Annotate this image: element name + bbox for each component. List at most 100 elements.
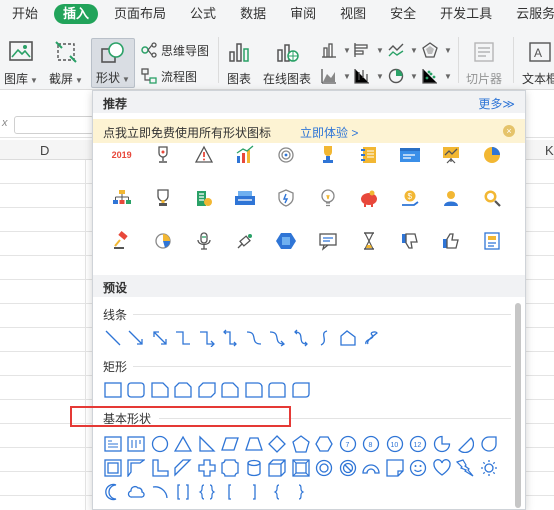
area-chart-dropdown[interactable]: ▼ (320, 67, 351, 85)
gavel-icon[interactable] (101, 228, 142, 254)
search-zoom-icon[interactable] (472, 185, 513, 211)
textbox-button[interactable]: A 文本框 (522, 39, 554, 87)
rounded-rectangle-icon[interactable] (125, 379, 149, 401)
cube-icon[interactable] (266, 457, 290, 479)
microphone-icon[interactable] (183, 228, 224, 254)
rectangle-icon[interactable] (101, 379, 125, 401)
promo-link[interactable]: 立即体验 > (300, 124, 358, 141)
dodecagon-icon[interactable]: 12 (407, 433, 431, 455)
round-same-side-rect-icon[interactable] (266, 379, 290, 401)
column-k-header[interactable]: K (545, 143, 554, 158)
round-one-corner-rect-icon[interactable] (242, 379, 266, 401)
trophy-icon[interactable] (142, 142, 183, 168)
pie-shape-icon[interactable] (430, 433, 454, 455)
screenshot-button[interactable]: 截屏 ▼ (49, 39, 83, 87)
flowchart-button[interactable]: 流程图 (140, 67, 197, 85)
round-diagonal-rect-icon[interactable] (289, 379, 313, 401)
hourglass-icon[interactable] (348, 228, 389, 254)
chip-icon[interactable] (266, 228, 307, 254)
cashier-icon[interactable] (225, 185, 266, 211)
elbow-connector-icon[interactable] (172, 327, 196, 349)
menu-view[interactable]: 视图 (328, 0, 378, 27)
elbow-arrow-icon[interactable] (195, 327, 219, 349)
teardrop-icon[interactable] (477, 433, 501, 455)
presentation-icon[interactable] (431, 142, 472, 168)
right-bracket-icon[interactable] (242, 481, 266, 503)
menu-cloud[interactable]: 云服务 (504, 0, 554, 27)
triangle-icon[interactable] (172, 433, 196, 455)
snip-corner-rect-icon[interactable] (148, 379, 172, 401)
diamond-icon[interactable] (266, 433, 290, 455)
thumbs-up-icon[interactable] (431, 228, 472, 254)
left-brace-icon[interactable] (266, 481, 290, 503)
plus-shape-icon[interactable] (195, 457, 219, 479)
line-shape-icon[interactable] (101, 327, 125, 349)
piggy-bank-icon[interactable] (348, 185, 389, 211)
moon-icon[interactable] (101, 481, 125, 503)
radar-chart-dropdown[interactable]: ▼ (421, 41, 452, 59)
lightbulb-icon[interactable] (307, 185, 348, 211)
block-arc-icon[interactable] (360, 457, 384, 479)
building-coin-icon[interactable] (183, 185, 224, 211)
picture-library-button[interactable]: 图库 ▼ (4, 39, 38, 87)
pentagon-icon[interactable] (289, 433, 313, 455)
bar-chart-dropdown[interactable]: ▼ (320, 41, 351, 59)
column-d-header[interactable]: D (40, 143, 49, 158)
parallelogram-icon[interactable] (219, 433, 243, 455)
bar-chart-growth-icon[interactable] (225, 142, 266, 168)
curve-shape-icon[interactable] (313, 327, 337, 349)
cup-icon[interactable] (142, 185, 183, 211)
decagon-icon[interactable]: 10 (383, 433, 407, 455)
cell-grid-right[interactable] (526, 160, 554, 510)
double-bracket-icon[interactable] (172, 481, 196, 503)
mindmap-button[interactable]: 思维导图 (140, 41, 209, 59)
scribble-shape-icon[interactable] (360, 327, 384, 349)
right-triangle-icon[interactable] (195, 433, 219, 455)
curved-arrow-icon[interactable] (266, 327, 290, 349)
hexagon-icon[interactable] (313, 433, 337, 455)
user-icon[interactable] (431, 185, 472, 211)
medal-icon[interactable] (307, 142, 348, 168)
year-2019-icon[interactable]: 2019 (101, 142, 142, 168)
close-icon[interactable]: × (503, 125, 515, 137)
double-brace-icon[interactable] (195, 481, 219, 503)
elbow-double-arrow-icon[interactable] (219, 327, 243, 349)
textbox-shape-icon[interactable] (101, 433, 125, 455)
curved-double-arrow-icon[interactable] (289, 327, 313, 349)
diagonal-stripe-icon[interactable] (172, 457, 196, 479)
sun-icon[interactable] (477, 457, 501, 479)
vertical-textbox-icon[interactable] (125, 433, 149, 455)
menu-review[interactable]: 审阅 (278, 0, 328, 27)
org-chart-icon[interactable] (101, 185, 142, 211)
warning-icon[interactable] (183, 142, 224, 168)
menu-page-layout[interactable]: 页面布局 (102, 0, 178, 27)
chat-bubble-icon[interactable] (307, 228, 348, 254)
bevel-icon[interactable] (289, 457, 313, 479)
frame-icon[interactable] (101, 457, 125, 479)
heart-icon[interactable] (430, 457, 454, 479)
menu-formulas[interactable]: 公式 (178, 0, 228, 27)
stock-chart-dropdown[interactable]: ▼ (353, 67, 384, 85)
folded-corner-icon[interactable] (383, 457, 407, 479)
pie-chart-icon[interactable] (472, 142, 513, 168)
horizontal-bar-dropdown[interactable]: ▼ (353, 41, 384, 59)
shield-icon[interactable] (266, 185, 307, 211)
freeform-shape-icon[interactable] (336, 327, 360, 349)
notebook-icon[interactable] (348, 142, 389, 168)
snip-same-side-rect-icon[interactable] (172, 379, 196, 401)
half-frame-icon[interactable] (125, 457, 149, 479)
menu-data[interactable]: 数据 (228, 0, 278, 27)
scatter-chart-dropdown[interactable]: ▼ (421, 67, 452, 85)
can-icon[interactable] (242, 457, 266, 479)
thumbs-down-icon[interactable] (389, 228, 430, 254)
pie-slice-icon[interactable] (142, 228, 183, 254)
satellite-icon[interactable] (225, 228, 266, 254)
cloud-icon[interactable] (125, 481, 149, 503)
document-icon[interactable] (472, 228, 513, 254)
arrow-shape-icon[interactable] (125, 327, 149, 349)
smiley-face-icon[interactable] (407, 457, 431, 479)
donut-icon[interactable] (313, 457, 337, 479)
shapes-button[interactable]: 形状 ▼ (91, 38, 135, 88)
formula-input[interactable] (14, 116, 94, 134)
chord-shape-icon[interactable] (454, 433, 478, 455)
